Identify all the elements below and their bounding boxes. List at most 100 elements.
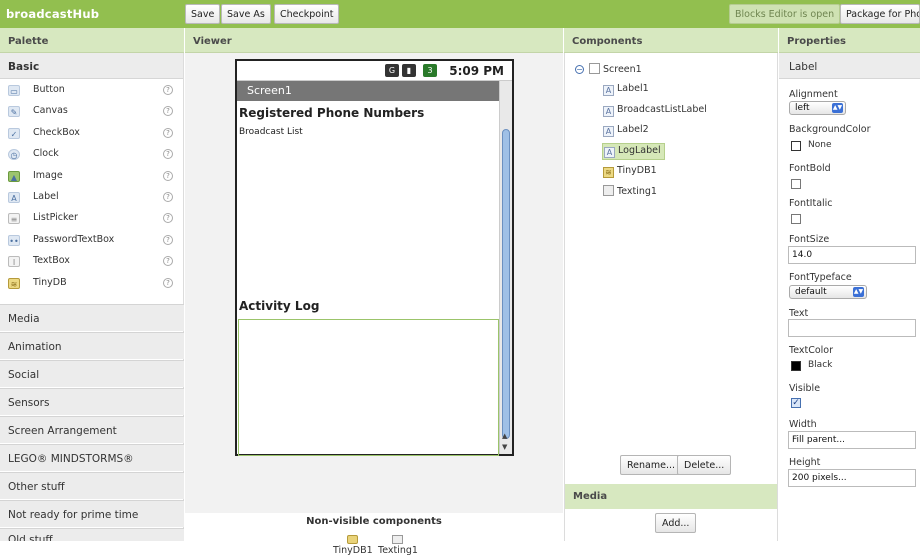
palette-item-checkbox[interactable]: ✓ CheckBox?: [0, 123, 183, 144]
palette-item-passwordtextbox[interactable]: •• PasswordTextBox?: [0, 230, 183, 251]
palette-panel: Basic ▭ Button? ✎ Canvas? ✓ CheckBox? ◷ Cloc…: [0, 53, 184, 541]
palette-item-textbox[interactable]: I TextBox?: [0, 251, 183, 272]
tree-node-loglabel-selected[interactable]: A LogLabel: [602, 143, 665, 160]
backgroundcolor-label: BackgroundColor: [789, 124, 871, 135]
texting-icon: [603, 185, 614, 196]
top-bar: broadcastHub Save Save As Checkpoint Blo…: [0, 0, 920, 28]
battery-icon: 3: [423, 64, 437, 77]
help-icon[interactable]: ?: [163, 106, 173, 117]
fontitalic-label: FontItalic: [789, 198, 833, 209]
palette-drawer-animation[interactable]: Animation: [0, 332, 184, 359]
scroll-down-icon[interactable]: ▼: [502, 443, 507, 451]
fontbold-label: FontBold: [789, 163, 831, 174]
scrollbar-thumb[interactable]: [502, 129, 510, 439]
palette-drawer-sensors[interactable]: Sensors: [0, 388, 184, 415]
width-label: Width: [789, 419, 817, 430]
delete-button[interactable]: Delete...: [677, 455, 732, 475]
help-icon[interactable]: ?: [163, 170, 173, 181]
help-icon[interactable]: ?: [163, 277, 173, 288]
palette-drawer-lego[interactable]: LEGO® MINDSTORMS®: [0, 444, 184, 471]
screen-icon: [589, 63, 600, 74]
width-input[interactable]: Fill parent...: [788, 431, 916, 449]
label-icon: A: [8, 191, 20, 203]
backgroundcolor-swatch[interactable]: [791, 141, 801, 151]
palette-item-listpicker[interactable]: ≡ ListPicker?: [0, 208, 183, 229]
blocks-editor-button[interactable]: Blocks Editor is open: [729, 4, 841, 24]
help-icon[interactable]: ?: [163, 85, 173, 95]
screen-title-bar: Screen1: [237, 81, 499, 101]
tree-node-label1[interactable]: A Label1: [603, 83, 649, 96]
nonvisible-texting[interactable]: Texting1: [378, 535, 418, 556]
checkbox-icon: ✓: [8, 127, 20, 139]
visible-label: Visible: [789, 383, 821, 394]
phone-preview: G ▮ 3 5:09 PM Screen1 ▲ ▼ Registered Pho…: [235, 59, 514, 456]
checkpoint-button[interactable]: Checkpoint: [274, 4, 340, 24]
fontsize-input[interactable]: 14.0: [788, 246, 916, 264]
nonvisible-tinydb[interactable]: TinyDB1: [333, 535, 373, 556]
label-icon: A: [604, 147, 615, 158]
palette-drawer-other[interactable]: Other stuff: [0, 472, 184, 499]
registered-title-label[interactable]: Registered Phone Numbers: [239, 106, 424, 120]
help-icon[interactable]: ?: [163, 213, 173, 224]
activity-log-label[interactable]: Activity Log: [239, 299, 319, 313]
palette-item-canvas[interactable]: ✎ Canvas?: [0, 101, 183, 122]
text-input[interactable]: [788, 319, 916, 337]
palette-drawer-social[interactable]: Social: [0, 360, 184, 387]
palette-drawer-screen-arrangement[interactable]: Screen Arrangement: [0, 416, 184, 443]
select-arrow-icon: ▲▼: [853, 287, 864, 297]
tree-node-texting1[interactable]: Texting1: [603, 185, 657, 197]
help-icon[interactable]: ?: [163, 149, 173, 160]
scroll-up-icon[interactable]: ▲: [502, 432, 507, 440]
label-icon: A: [603, 85, 614, 96]
components-header: Components: [564, 28, 778, 53]
alignment-select[interactable]: left ▲▼: [789, 101, 846, 115]
components-panel: − Screen1 A Label1 A BroadcastListLabel A La…: [564, 53, 778, 541]
help-icon[interactable]: ?: [163, 234, 173, 245]
backgroundcolor-value[interactable]: None: [808, 140, 831, 150]
nonvisible-title: Non-visible components: [306, 516, 442, 527]
label-icon: A: [603, 126, 614, 137]
palette-drawer-not-ready[interactable]: Not ready for prime time: [0, 500, 184, 527]
palette-drawer-basic[interactable]: Basic: [0, 53, 183, 79]
palette-drawer-media[interactable]: Media: [0, 304, 184, 331]
visible-checkbox[interactable]: ✓: [791, 398, 801, 408]
broadcast-list-label[interactable]: Broadcast List: [239, 127, 303, 137]
palette-item-button[interactable]: ▭ Button?: [0, 80, 183, 101]
clock-icon: ◷: [8, 149, 20, 161]
phone-time: 5:09 PM: [449, 64, 504, 78]
fontbold-checkbox[interactable]: [791, 179, 801, 189]
save-button[interactable]: Save: [185, 4, 221, 24]
palette-item-label[interactable]: A Label?: [0, 187, 183, 208]
collapse-icon[interactable]: −: [575, 65, 584, 74]
palette-header: Palette: [0, 28, 184, 53]
fontitalic-checkbox[interactable]: [791, 214, 801, 224]
height-label: Height: [789, 457, 821, 468]
phone-status-bar: G ▮ 3 5:09 PM: [237, 61, 512, 81]
rename-button[interactable]: Rename...: [620, 455, 683, 475]
fonttypeface-select[interactable]: default ▲▼: [789, 285, 867, 299]
height-input[interactable]: 200 pixels...: [788, 469, 916, 487]
help-icon[interactable]: ?: [163, 256, 173, 267]
tree-node-broadcastlistlabel[interactable]: A BroadcastListLabel: [603, 104, 707, 117]
save-as-button[interactable]: Save As: [221, 4, 271, 24]
palette-item-image[interactable]: ▲ Image?: [0, 166, 183, 187]
tree-node-screen1[interactable]: − Screen1: [575, 63, 642, 75]
help-icon[interactable]: ?: [163, 127, 173, 138]
log-label-box[interactable]: [238, 319, 499, 456]
phone-scrollbar[interactable]: ▲ ▼: [499, 81, 512, 454]
textcolor-value[interactable]: Black: [808, 360, 832, 370]
fontsize-label: FontSize: [789, 234, 830, 245]
help-icon[interactable]: ?: [163, 191, 173, 202]
palette-item-clock[interactable]: ◷ Clock?: [0, 144, 183, 165]
fonttypeface-label: FontTypeface: [789, 272, 852, 283]
tree-node-label2[interactable]: A Label2: [603, 124, 649, 137]
tree-node-tinydb1[interactable]: ≋ TinyDB1: [603, 165, 657, 178]
properties-component-type: Label: [779, 53, 920, 79]
add-media-button[interactable]: Add...: [655, 513, 697, 533]
textcolor-swatch[interactable]: [791, 361, 801, 371]
palette-item-tinydb[interactable]: ≋ TinyDB?: [0, 273, 183, 294]
properties-header: Properties: [779, 28, 920, 53]
palette-drawer-old[interactable]: Old stuff: [0, 528, 184, 541]
package-for-phone-button[interactable]: Package for Phone: [840, 4, 920, 24]
viewer-header: Viewer: [185, 28, 563, 53]
